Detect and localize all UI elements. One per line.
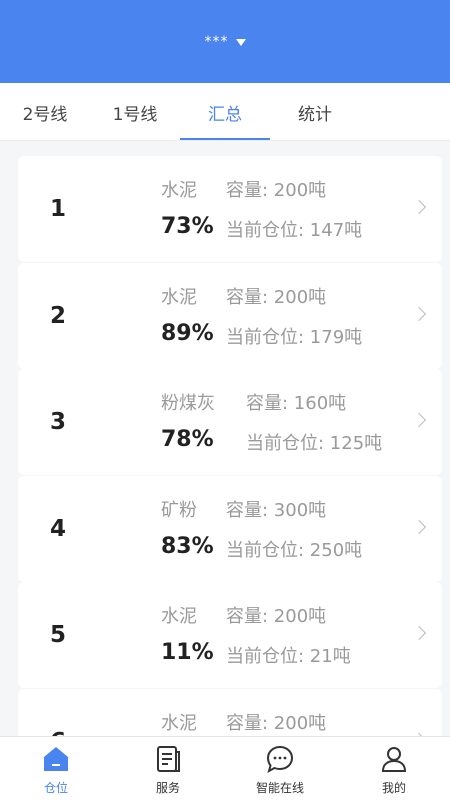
header-subtitle: *** xyxy=(204,34,229,50)
tabbar-item-service[interactable]: 服务 xyxy=(112,737,224,800)
silo-card[interactable]: 5 水泥 容量: 200吨 11% 当前仓位: 21吨 xyxy=(18,582,442,688)
silo-card[interactable]: 6 水泥 容量: 200吨 xyxy=(18,689,442,736)
silo-percent: 78% xyxy=(161,427,214,452)
tabbar-item-online[interactable]: 智能在线 xyxy=(224,737,336,800)
chevron-right-icon xyxy=(411,306,427,322)
silo-material: 矿粉 xyxy=(161,500,197,521)
silo-card[interactable]: 2 水泥 容量: 200吨 89% 当前仓位: 179吨 xyxy=(18,263,442,369)
silo-current: 当前仓位: 250吨 xyxy=(226,540,363,561)
silo-material: 水泥 xyxy=(161,287,197,308)
silo-capacity: 容量: 200吨 xyxy=(226,180,327,201)
header-selector[interactable]: *** xyxy=(0,34,450,50)
silo-percent: 73% xyxy=(161,214,214,239)
tabbar-label: 我的 xyxy=(381,781,406,795)
silo-index: 4 xyxy=(50,516,67,542)
silo-capacity: 容量: 200吨 xyxy=(226,287,327,308)
tab-summary[interactable]: 汇总 xyxy=(180,83,270,141)
silo-percent: 83% xyxy=(161,534,214,559)
chevron-right-icon xyxy=(411,199,427,215)
silo-index: 3 xyxy=(50,409,67,435)
silo-card[interactable]: 4 矿粉 容量: 300吨 83% 当前仓位: 250吨 xyxy=(18,476,442,582)
silo-current: 当前仓位: 179吨 xyxy=(226,327,363,348)
silo-index: 2 xyxy=(50,303,67,329)
silo-current: 当前仓位: 21吨 xyxy=(226,646,351,667)
silo-list: 1 水泥 容量: 200吨 73% 当前仓位: 147吨 2 水泥 容量: 20… xyxy=(0,141,450,736)
silo-capacity: 容量: 160吨 xyxy=(246,393,347,414)
tabbar-item-silo[interactable]: 仓位 xyxy=(0,737,112,800)
silo-current: 当前仓位: 147吨 xyxy=(226,220,363,241)
silo-current: 当前仓位: 125吨 xyxy=(246,433,383,454)
silo-material: 粉煤灰 xyxy=(161,393,215,414)
silo-index: 1 xyxy=(50,196,67,222)
silo-material: 水泥 xyxy=(161,606,197,627)
caret-down-icon xyxy=(235,38,246,46)
silo-card[interactable]: 1 水泥 容量: 200吨 73% 当前仓位: 147吨 xyxy=(18,156,442,262)
user-icon xyxy=(379,743,409,775)
bottom-tab-bar: 仓位 服务 智能在线 我的 xyxy=(0,736,450,800)
silo-icon xyxy=(41,743,71,775)
chevron-right-icon xyxy=(411,519,427,535)
silo-material: 水泥 xyxy=(161,180,197,201)
tab-bar-top: 2号线 1号线 汇总 统计 xyxy=(0,83,450,141)
silo-percent: 11% xyxy=(161,640,214,665)
tabbar-label: 智能在线 xyxy=(255,781,304,795)
active-tab-indicator xyxy=(180,138,270,140)
tab-statistics[interactable]: 统计 xyxy=(270,83,360,141)
chat-icon xyxy=(265,743,295,775)
silo-card[interactable]: 3 粉煤灰 容量: 160吨 78% 当前仓位: 125吨 xyxy=(18,369,442,475)
silo-index: 6 xyxy=(50,689,66,736)
chevron-right-icon xyxy=(411,412,427,428)
silo-capacity: 容量: 200吨 xyxy=(226,713,327,734)
tabbar-label: 服务 xyxy=(155,781,180,795)
silo-percent: 89% xyxy=(161,321,214,346)
app-header: *** xyxy=(0,0,450,83)
silo-material: 水泥 xyxy=(161,713,197,734)
tab-line-1[interactable]: 1号线 xyxy=(90,83,180,141)
tabbar-label: 仓位 xyxy=(43,781,68,795)
tabbar-item-me[interactable]: 我的 xyxy=(338,737,450,800)
document-icon xyxy=(153,743,183,775)
chevron-right-icon xyxy=(411,625,427,641)
silo-capacity: 容量: 300吨 xyxy=(226,500,327,521)
tab-line-2[interactable]: 2号线 xyxy=(0,83,90,141)
silo-index: 5 xyxy=(50,622,67,648)
silo-capacity: 容量: 200吨 xyxy=(226,606,327,627)
